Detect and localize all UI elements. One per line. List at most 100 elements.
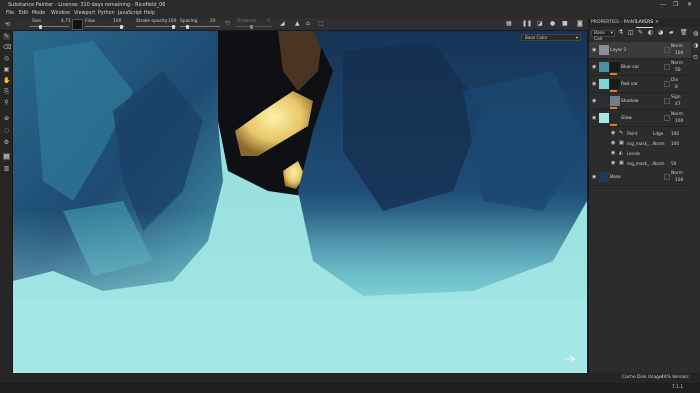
sphere-icon[interactable]: ●: [550, 20, 555, 27]
grid-icon[interactable]: ▦: [506, 20, 512, 27]
spacing-value[interactable]: 20: [210, 19, 216, 24]
brush-preset-icon[interactable]: ⟲: [5, 21, 10, 28]
history-icon[interactable]: ⏲: [693, 54, 698, 62]
effect-row[interactable]: ◉ ✎ Paint Ldge 100: [589, 128, 691, 138]
layer-name[interactable]: Red var: [621, 82, 638, 87]
close-button[interactable]: ✕: [687, 0, 692, 10]
layer-row[interactable]: ◉ Red var Div 8: [589, 76, 691, 93]
settings-icon[interactable]: ⚙: [3, 139, 10, 146]
layer-opacity[interactable]: 47: [675, 102, 681, 107]
document-icon[interactable]: ▥: [3, 165, 10, 172]
effect-opacity[interactable]: 100: [671, 141, 679, 146]
color-picker-icon[interactable]: ⚲: [3, 99, 10, 106]
flow-value[interactable]: 100: [113, 19, 121, 24]
layer-row[interactable]: ◉ Shadow Sign 47: [589, 93, 691, 110]
visibility-eye-icon[interactable]: ◉: [592, 48, 597, 53]
menu-mode[interactable]: Mode: [32, 10, 45, 18]
symmetry-icon[interactable]: ◢: [280, 20, 285, 27]
layer-blend-mode[interactable]: Norm: [671, 112, 683, 117]
stroke-opacity-slider[interactable]: [136, 24, 176, 29]
camera-view-icon[interactable]: ◪: [537, 20, 543, 27]
spacing-slider[interactable]: [180, 24, 220, 29]
add-paint-layer-icon[interactable]: ✎: [638, 29, 643, 36]
delete-layer-icon[interactable]: 🗑: [680, 29, 688, 36]
menu-window[interactable]: Window: [51, 10, 70, 18]
layer-opacity[interactable]: 100: [675, 51, 683, 56]
effect-row[interactable]: ◉ ◭ Levels: [589, 148, 691, 158]
layer-name[interactable]: Layer 1: [610, 48, 626, 53]
geometry-icon[interactable]: ⊕: [3, 115, 10, 122]
layer-row[interactable]: ◉ Blue var Norm 50: [589, 59, 691, 76]
mirror-icon[interactable]: ▲: [295, 20, 300, 27]
layer-name[interactable]: Shadow: [621, 99, 638, 104]
effect-opacity[interactable]: 50: [671, 161, 676, 166]
add-effect-icon[interactable]: ⚗: [618, 29, 623, 36]
effect-blend-mode[interactable]: Norm: [653, 141, 664, 146]
distance-slider[interactable]: [236, 24, 272, 29]
add-smart-material-icon[interactable]: ◕: [658, 29, 663, 36]
layer-row[interactable]: ◉ Layer 1 Norm 100: [589, 42, 691, 59]
visibility-eye-icon[interactable]: ◉: [611, 131, 615, 136]
tab-layers[interactable]: LAYERS: [636, 18, 654, 28]
video-icon[interactable]: ■: [562, 20, 568, 27]
visibility-eye-icon[interactable]: ◉: [592, 82, 597, 87]
frame-icon[interactable]: ⬚: [318, 20, 324, 27]
minimize-button[interactable]: —: [660, 0, 666, 10]
layer-opacity[interactable]: 100: [675, 119, 683, 124]
menu-javascript[interactable]: JavaScript: [118, 10, 142, 18]
effect-blend-mode[interactable]: Ldge: [653, 131, 663, 136]
visibility-eye-icon[interactable]: ◉: [592, 65, 597, 70]
projection-icon[interactable]: ◎: [3, 55, 10, 62]
effect-opacity[interactable]: 100: [671, 131, 679, 136]
close-tab-icon[interactable]: ✕: [655, 18, 659, 27]
lazy-mouse-icon[interactable]: ⤧: [225, 21, 230, 29]
layer-blend-mode[interactable]: Sign: [671, 95, 681, 100]
stroke-opacity-value[interactable]: 100: [168, 19, 176, 24]
visibility-eye-icon[interactable]: ◉: [592, 175, 597, 180]
layer-blend-mode[interactable]: Norm: [671, 44, 683, 49]
texture-set-icon[interactable]: ◍: [693, 30, 698, 37]
bake-icon[interactable]: ◌: [3, 127, 10, 134]
layer-row[interactable]: ◉ Glow Norm 100: [589, 110, 691, 127]
channel-dropdown[interactable]: Base Colr ▾: [591, 30, 615, 42]
brush-tip-icon[interactable]: [72, 19, 83, 30]
menu-file[interactable]: File: [6, 10, 14, 18]
layer-opacity[interactable]: 50: [675, 68, 681, 73]
menu-help[interactable]: Help: [144, 10, 155, 18]
add-folder-icon[interactable]: ▰: [669, 29, 674, 36]
layer-opacity[interactable]: 8: [675, 85, 678, 90]
tab-properties-paint[interactable]: PROPERTIES - PAINT: [591, 18, 637, 27]
effect-name[interactable]: mg_mask_...: [627, 141, 653, 146]
effect-blend-mode[interactable]: Norm: [653, 161, 664, 166]
layer-row-base[interactable]: ◉ Base Norm 100: [589, 169, 691, 186]
distance-value[interactable]: 0: [267, 19, 270, 24]
layer-name[interactable]: Base: [610, 175, 621, 180]
visibility-eye-icon[interactable]: ◉: [592, 99, 597, 104]
sculpt-icon[interactable]: ⌂: [306, 20, 310, 27]
3d-viewport[interactable]: Base Color ▾: [13, 31, 587, 373]
layer-opacity[interactable]: 100: [675, 178, 683, 183]
menu-edit[interactable]: Edit: [19, 10, 28, 18]
paint-brush-icon[interactable]: ✎: [3, 33, 10, 40]
polygon-fill-icon[interactable]: ▣: [3, 66, 10, 73]
effect-name[interactable]: Levels: [627, 151, 640, 156]
display-settings-icon[interactable]: ◑: [693, 42, 698, 49]
eraser-icon[interactable]: ⌫: [3, 44, 11, 51]
clone-icon[interactable]: ⎘: [3, 88, 10, 95]
menu-python[interactable]: Python: [98, 10, 115, 18]
add-fill-layer-icon[interactable]: ◐: [648, 29, 653, 36]
visibility-eye-icon[interactable]: ◉: [592, 116, 597, 121]
layer-name[interactable]: Blue var: [621, 65, 639, 70]
visibility-eye-icon[interactable]: ◉: [611, 151, 615, 156]
visibility-eye-icon[interactable]: ◉: [611, 141, 615, 146]
layer-blend-mode[interactable]: Div: [671, 78, 678, 83]
image-icon[interactable]: ▤: [3, 153, 10, 160]
effect-row[interactable]: ◉ ▣ mg_mask_... Norm 50: [589, 158, 691, 168]
add-mask-icon[interactable]: ◫: [628, 29, 634, 36]
smudge-icon[interactable]: ✋: [3, 77, 10, 84]
channel-select[interactable]: Base Color ▾: [521, 34, 581, 41]
layer-name[interactable]: Glow: [621, 116, 632, 121]
menu-viewport[interactable]: Viewport: [74, 10, 95, 18]
maximize-button[interactable]: ❐: [673, 0, 678, 10]
size-slider[interactable]: [29, 24, 69, 29]
